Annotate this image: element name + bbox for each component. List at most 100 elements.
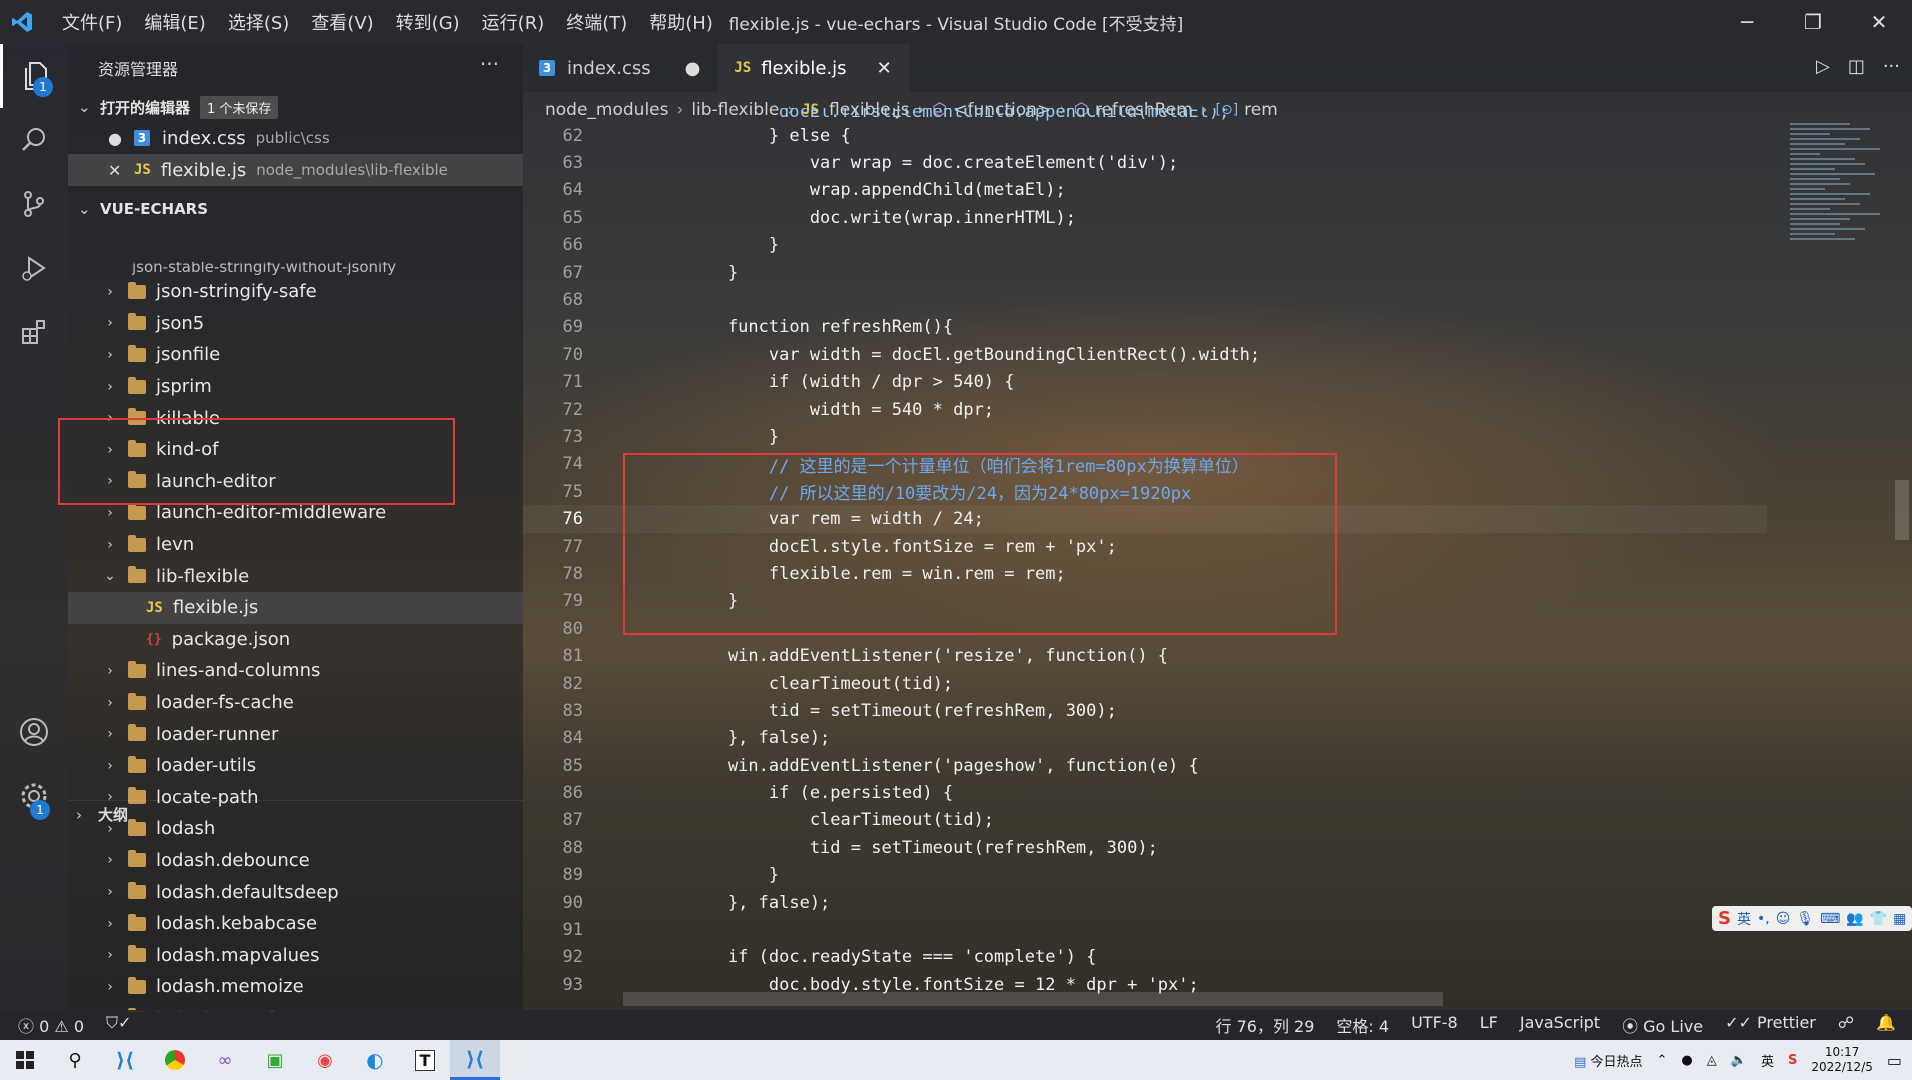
- more-actions-icon[interactable]: ···: [1883, 56, 1900, 77]
- close-window-button[interactable]: ✕: [1846, 0, 1912, 44]
- menu-go[interactable]: 转到(G): [396, 9, 460, 35]
- sogou-tray-icon[interactable]: S: [1788, 1053, 1797, 1068]
- shield-check-icon[interactable]: ⛉✓: [106, 1013, 131, 1037]
- code-editor[interactable]: docEl.firstElementChild.appendChild(meta…: [523, 108, 1767, 1010]
- tree-item[interactable]: › jsonfile: [68, 339, 523, 371]
- tree-item[interactable]: › lodash.kebabcase: [68, 908, 523, 940]
- tree-item[interactable]: › json-stringify-safe: [68, 276, 523, 308]
- tree-item[interactable]: › lodash.defaultsdeep: [68, 876, 523, 908]
- tree-item[interactable]: › launch-editor: [68, 466, 523, 498]
- end-of-line[interactable]: LF: [1480, 1013, 1498, 1037]
- source-control-button[interactable]: [0, 172, 68, 236]
- minimap[interactable]: [1790, 120, 1890, 380]
- notifications-icon[interactable]: ▭: [1887, 1051, 1902, 1070]
- indentation[interactable]: 空格: 4: [1336, 1013, 1389, 1037]
- tree-item[interactable]: › json5: [68, 308, 523, 340]
- tree-item[interactable]: › lines-and-columns: [68, 655, 523, 687]
- tree-item[interactable]: › launch-editor-middleware: [68, 497, 523, 529]
- tree-item[interactable]: ⌄ lib-flexible: [68, 560, 523, 592]
- tree-item[interactable]: › loader-utils: [68, 750, 523, 782]
- tree-item[interactable]: › lodash.mapvalues: [68, 939, 523, 971]
- search-button[interactable]: [0, 108, 68, 172]
- taskbar-vscode[interactable]: ⟩⟨: [100, 1040, 150, 1080]
- folder-icon: [128, 344, 146, 362]
- volume-icon[interactable]: 🔈: [1731, 1053, 1747, 1068]
- prettier-label: Prettier: [1757, 1013, 1816, 1032]
- ime-toolbar[interactable]: S 英 •, ☺ 🎙 ⌨ 👥 👕 ▦: [1712, 906, 1912, 931]
- menu-help[interactable]: 帮助(H): [649, 9, 713, 35]
- qq-icon[interactable]: ●: [1681, 1053, 1692, 1068]
- network-icon[interactable]: ◬: [1707, 1053, 1717, 1068]
- open-editor-item[interactable]: ● 3 index.css public\css: [68, 122, 523, 154]
- accounts-button[interactable]: [0, 700, 68, 764]
- tab-flexible-js[interactable]: JS flexible.js ✕: [718, 44, 910, 92]
- manage-button[interactable]: 1: [0, 764, 68, 828]
- extensions-button[interactable]: [0, 300, 68, 364]
- open-editors-header[interactable]: ⌄ 打开的编辑器 1 个未保存: [68, 92, 523, 122]
- tree-item[interactable]: › loader-fs-cache: [68, 687, 523, 719]
- language-mode[interactable]: JavaScript: [1520, 1013, 1600, 1037]
- tree-item[interactable]: › kind-of: [68, 434, 523, 466]
- encoding[interactable]: UTF-8: [1411, 1013, 1458, 1037]
- tree-item[interactable]: › levn: [68, 529, 523, 561]
- news-widget[interactable]: ▤ 今日热点: [1574, 1051, 1642, 1070]
- unsaved-dot-icon[interactable]: ●: [108, 129, 134, 148]
- minimize-button[interactable]: ─: [1714, 0, 1780, 44]
- tree-item[interactable]: › jsprim: [68, 371, 523, 403]
- emoji-icon[interactable]: ☺: [1776, 911, 1791, 927]
- skin-icon[interactable]: 👕: [1870, 911, 1887, 927]
- menu-run[interactable]: 运行(R): [482, 9, 545, 35]
- keyboard-icon[interactable]: ⌨: [1820, 911, 1840, 927]
- input-method[interactable]: 英: [1761, 1051, 1774, 1070]
- tree-item[interactable]: › killable: [68, 402, 523, 434]
- menu-selection[interactable]: 选择(S): [228, 9, 289, 35]
- grid-icon[interactable]: ▦: [1893, 911, 1906, 927]
- horizontal-scrollbar[interactable]: [623, 992, 1443, 1006]
- taskbar-vscode-active[interactable]: ⟩⟨: [450, 1040, 500, 1080]
- tab-index-css[interactable]: 3 index.css ●: [523, 44, 718, 92]
- show-hidden-icons[interactable]: ⌃: [1657, 1053, 1668, 1068]
- open-editor-item[interactable]: ✕ JS flexible.js node_modules\lib-flexib…: [68, 154, 523, 186]
- prettier-button[interactable]: ✓✓ Prettier: [1725, 1013, 1816, 1037]
- feedback-icon[interactable]: ☍: [1838, 1013, 1854, 1037]
- taskbar-search[interactable]: ⚲: [50, 1040, 100, 1080]
- close-icon[interactable]: ✕: [108, 161, 134, 180]
- project-header[interactable]: ⌄ VUE-ECHARS: [68, 194, 523, 224]
- bell-icon[interactable]: 🔔: [1876, 1013, 1896, 1037]
- run-debug-button[interactable]: [0, 236, 68, 300]
- taskbar-chrome[interactable]: [150, 1040, 200, 1080]
- tree-item-partial[interactable]: json-stable-stringify-without-jsonify: [68, 262, 523, 276]
- taskbar-edge[interactable]: ◐: [350, 1040, 400, 1080]
- tree-item[interactable]: › lodash.memoize: [68, 971, 523, 1003]
- tree-item[interactable]: › lodash.debounce: [68, 845, 523, 877]
- menu-file[interactable]: 文件(F): [62, 9, 122, 35]
- taskbar-app[interactable]: ◉: [300, 1040, 350, 1080]
- user-icon[interactable]: 👥: [1846, 911, 1863, 927]
- tree-item[interactable]: › loader-runner: [68, 718, 523, 750]
- more-actions-icon[interactable]: ···: [480, 52, 499, 76]
- taskbar-typora[interactable]: T: [400, 1040, 450, 1080]
- explorer-button[interactable]: 1: [0, 44, 68, 108]
- restore-button[interactable]: ❐: [1780, 0, 1846, 44]
- taskbar-app[interactable]: ∞: [200, 1040, 250, 1080]
- clock[interactable]: 10:17 2022/12/5: [1811, 1045, 1873, 1075]
- punctuation-icon[interactable]: •,: [1757, 911, 1770, 927]
- cursor-position[interactable]: 行 76，列 29: [1216, 1013, 1315, 1037]
- menu-view[interactable]: 查看(V): [311, 9, 373, 35]
- problems-indicator[interactable]: ⓧ 0 ⚠ 0: [18, 1013, 84, 1037]
- go-live-button[interactable]: ⦿ Go Live: [1622, 1013, 1703, 1037]
- tree-item[interactable]: {} package.json: [68, 624, 523, 656]
- mic-icon[interactable]: 🎙: [1796, 911, 1814, 927]
- close-tab-icon[interactable]: ✕: [877, 58, 892, 79]
- unsaved-dot-icon[interactable]: ●: [685, 58, 701, 79]
- vertical-scrollbar[interactable]: [1895, 480, 1909, 540]
- split-editor-icon[interactable]: ◫: [1848, 56, 1865, 77]
- outline-header[interactable]: › 大纲: [68, 800, 523, 828]
- tree-item[interactable]: JS flexible.js: [68, 591, 523, 624]
- menu-terminal[interactable]: 终端(T): [566, 9, 627, 35]
- menu-edit[interactable]: 编辑(E): [144, 9, 205, 35]
- taskbar-app[interactable]: ▣: [250, 1040, 300, 1080]
- start-button[interactable]: [0, 1040, 50, 1080]
- run-icon[interactable]: ▷: [1816, 56, 1830, 77]
- ime-lang[interactable]: 英: [1737, 909, 1751, 929]
